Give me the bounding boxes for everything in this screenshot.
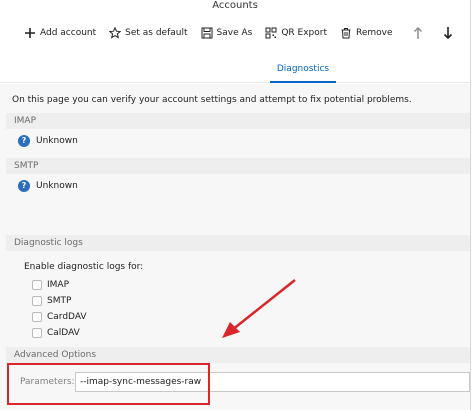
tab-strip: Diagnostics [0,55,470,83]
smtp-log-checkbox[interactable] [32,295,42,306]
window-edge [470,0,471,410]
smtp-status: ? Unknown [18,179,78,193]
set-as-default-label: Set as default [125,28,188,38]
add-account-button[interactable]: Add account [20,22,100,44]
section-header-smtp: SMTP [6,158,470,174]
log-option-imap[interactable]: IMAP [32,278,69,291]
qr-export-label: QR Export [281,28,327,38]
enable-logs-label: Enable diagnostic logs for: [24,262,144,272]
set-as-default-button[interactable]: Set as default [105,22,191,44]
arrow-down-icon[interactable] [442,26,454,40]
section-header-imap: IMAP [6,113,470,129]
carddav-log-label: CardDAV [47,311,87,322]
qr-export-button[interactable]: QR Export [261,22,331,44]
smtp-status-text: Unknown [36,181,78,191]
imap-status: ? Unknown [18,134,78,148]
active-tab-indicator [270,81,336,83]
imap-log-label: IMAP [47,279,70,290]
question-icon: ? [18,180,30,192]
arrow-up-icon[interactable] [412,26,424,40]
star-icon [109,27,122,39]
log-option-caldav[interactable]: CalDAV [32,326,80,339]
smtp-log-label: SMTP [47,295,72,306]
carddav-log-checkbox[interactable] [32,311,42,322]
qr-code-icon [265,27,277,39]
highlight-box [7,363,210,405]
intro-text: On this page you can verify your account… [12,95,412,105]
save-icon [201,27,213,39]
question-icon: ? [18,135,30,147]
imap-status-text: Unknown [36,136,78,146]
remove-label: Remove [356,28,393,38]
section-header-advanced-options: Advanced Options [6,347,470,363]
save-as-label: Save As [216,28,253,38]
add-account-label: Add account [40,28,97,38]
log-option-carddav[interactable]: CardDAV [32,310,87,323]
plus-icon [25,28,35,38]
tab-diagnostics[interactable]: Diagnostics [268,55,338,83]
remove-button[interactable]: Remove [336,22,397,44]
imap-log-checkbox[interactable] [32,279,42,290]
section-header-diagnostic-logs: Diagnostic logs [6,235,470,251]
log-option-smtp[interactable]: SMTP [32,294,71,307]
caldav-log-checkbox[interactable] [32,327,42,338]
caldav-log-label: CalDAV [47,327,80,338]
save-as-button[interactable]: Save As [197,22,257,44]
window-title: Accounts [212,0,258,11]
trash-icon [341,28,351,39]
toolbar: Add account Set as default Save As QR Ex… [0,20,470,46]
